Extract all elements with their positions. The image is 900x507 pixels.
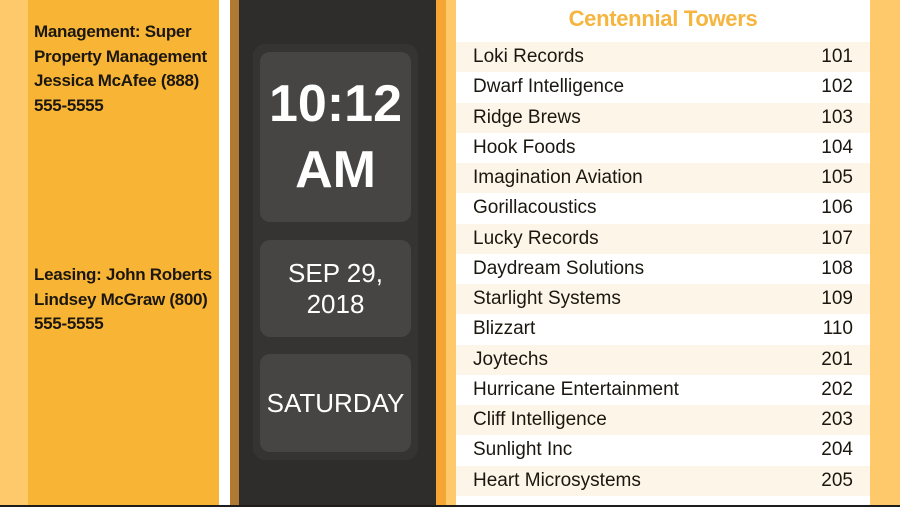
time-value: 10:12: [269, 75, 402, 133]
tenant-name: Loki Records: [473, 46, 584, 68]
tenant-row: Starlight Systems 109: [456, 284, 870, 315]
tenant-name: Dwarf Intelligence: [473, 76, 625, 98]
tenant-row: Hook Foods 104: [456, 132, 870, 163]
directory-panel: Centennial Towers Loki Records 101 Dwarf I…: [456, 0, 870, 507]
tenant-suite: 103: [821, 106, 853, 128]
tenant-name: Joytechs: [473, 348, 548, 370]
tenant-name: Lucky Records: [473, 227, 599, 249]
tenant-name: Sunlight Inc: [473, 439, 573, 461]
tenant-suite: 105: [821, 167, 853, 189]
time-period: AM: [295, 141, 376, 199]
tenant-suite: 205: [821, 469, 853, 491]
tenant-name: Daydream Solutions: [473, 257, 645, 279]
tenant-name: Hook Foods: [473, 136, 576, 158]
tenant-row: Lucky Records 107: [456, 223, 870, 254]
tenant-row: Blizzart 110: [456, 314, 870, 345]
tenant-row: Cliff Intelligence 203: [456, 405, 870, 436]
tenant-row: Hurricane Entertainment 202: [456, 374, 870, 405]
clock-panel: 10:12 AM SEP 29, 2018 SATURDAY: [239, 0, 436, 507]
tenant-suite: 201: [821, 348, 853, 370]
tenant-name: Heart Microsystems: [473, 469, 641, 491]
tenant-suite: 108: [821, 257, 853, 279]
tenant-row: Dwarf Intelligence 102: [456, 72, 870, 103]
tenant-name: Hurricane Entertainment: [473, 378, 679, 400]
divider-stripe-orange: [436, 0, 446, 507]
tenant-suite: 204: [821, 439, 853, 461]
tenant-row: Loki Records 101: [456, 42, 870, 73]
contact-info-panel: Management: Super Property Management Je…: [28, 0, 219, 507]
tenant-row: Ridge Brews 103: [456, 102, 870, 133]
tenant-row: Gorillacoustics 106: [456, 193, 870, 224]
tenant-name: Ridge Brews: [473, 106, 581, 128]
divider-stripe-white: [219, 0, 230, 507]
divider-stripe-light: [446, 0, 456, 507]
tenant-name: Blizzart: [473, 318, 536, 340]
tenant-row: Sunlight Inc 204: [456, 435, 870, 466]
date-display: SEP 29, 2018: [260, 240, 411, 337]
tenant-name: Cliff Intelligence: [473, 409, 607, 431]
day-display: SATURDAY: [260, 354, 411, 452]
tenant-list: Loki Records 101 Dwarf Intelligence 102 Ridg…: [456, 42, 870, 496]
tenant-row: Joytechs 201: [456, 344, 870, 375]
tenant-name: Imagination Aviation: [473, 167, 643, 189]
right-edge-strip: [870, 0, 900, 507]
tenant-row: Daydream Solutions 108: [456, 253, 870, 284]
tenant-suite: 203: [821, 409, 853, 431]
building-title: Centennial Towers: [568, 6, 758, 31]
tenant-row: Heart Microsystems 205: [456, 465, 870, 496]
tenant-suite: 102: [821, 76, 853, 98]
tenant-suite: 107: [821, 227, 853, 249]
left-edge-strip: [0, 0, 28, 507]
tenant-name: Starlight Systems: [473, 288, 621, 310]
management-contact: Management: Super Property Management Je…: [34, 22, 207, 115]
tenant-suite: 110: [822, 318, 853, 340]
divider-stripe-brown: [230, 0, 239, 507]
tenant-suite: 104: [821, 136, 853, 158]
time-display: 10:12 AM: [260, 52, 411, 222]
day-value: SATURDAY: [266, 387, 405, 418]
tenant-suite: 106: [821, 197, 853, 219]
tenant-suite: 202: [821, 378, 853, 400]
tenant-suite: 101: [821, 46, 853, 68]
leasing-contact: Leasing: John Roberts Lindsey McGraw (80…: [34, 265, 212, 333]
tenant-name: Gorillacoustics: [473, 197, 597, 219]
date-value: SEP 29, 2018: [288, 257, 383, 319]
tenant-suite: 109: [821, 288, 853, 310]
tenant-row: Imagination Aviation 105: [456, 163, 870, 194]
